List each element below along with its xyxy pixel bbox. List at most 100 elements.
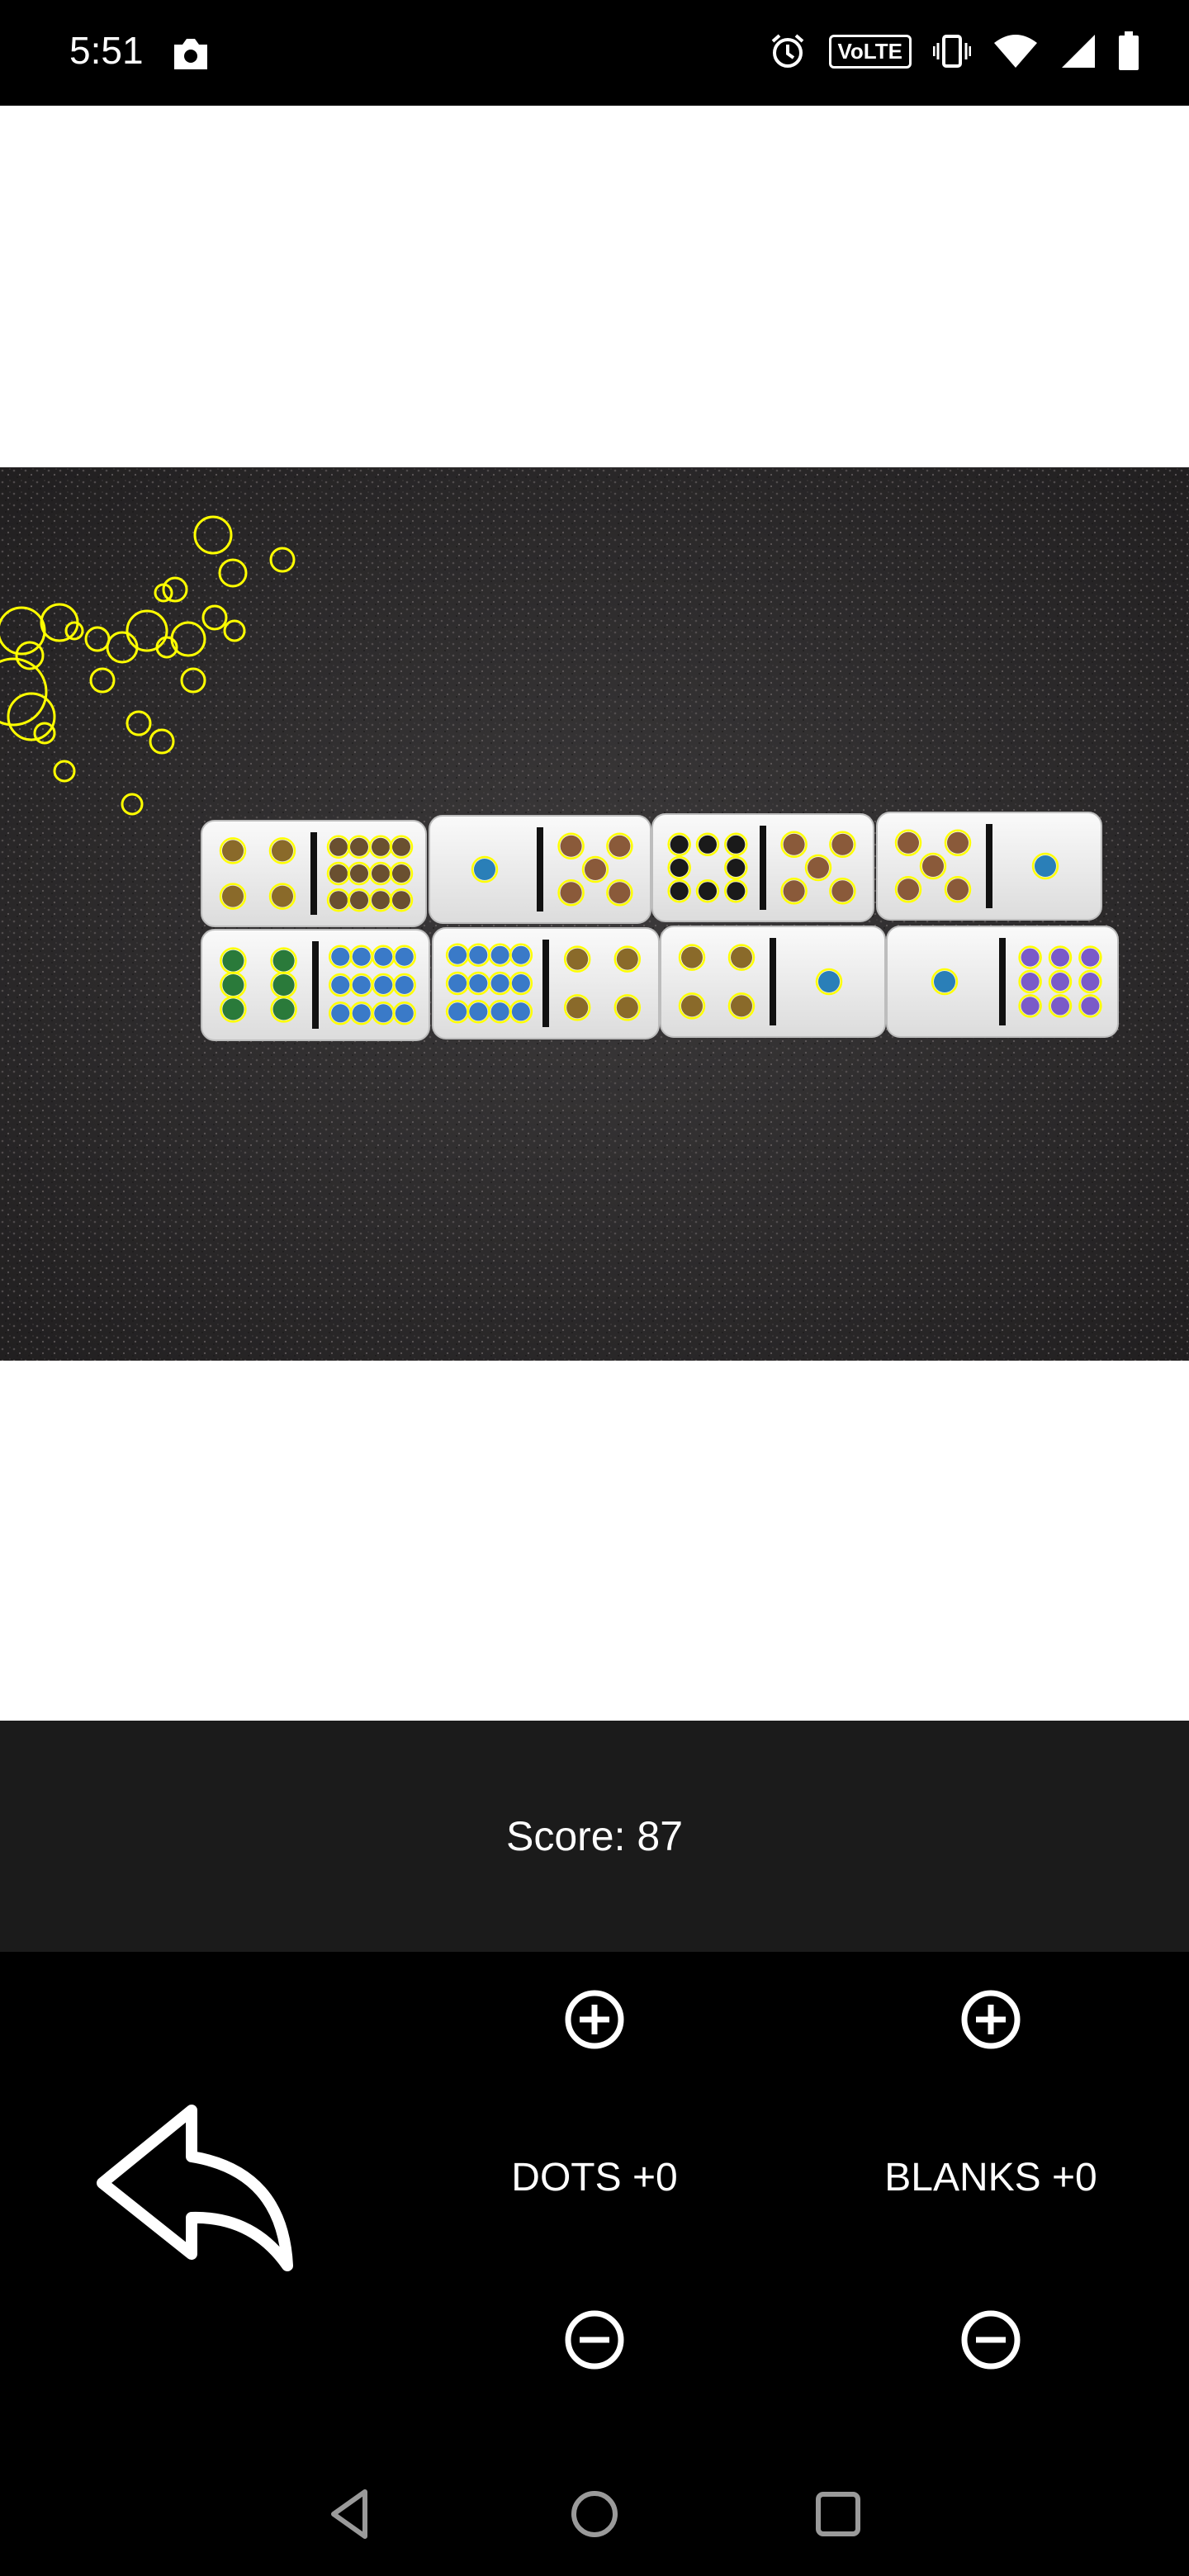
domino-pip <box>392 837 410 856</box>
domino-pip <box>350 864 368 883</box>
domino-pip <box>609 882 631 904</box>
domino-pip <box>1081 997 1100 1016</box>
domino-pip <box>699 882 717 901</box>
circle-home-icon[interactable] <box>566 2485 623 2543</box>
alarm-icon <box>771 34 803 68</box>
domino-pip <box>372 837 390 856</box>
cell-signal-icon <box>1062 35 1095 68</box>
domino-tile <box>201 929 430 1041</box>
domino-pip <box>469 1002 488 1021</box>
domino-pip <box>490 1002 509 1021</box>
domino-pip <box>727 882 746 901</box>
domino-pip <box>560 882 582 904</box>
domino-tile <box>886 926 1119 1038</box>
domino-pip <box>272 840 293 862</box>
status-bar: 5:51 VoLTE <box>0 0 1189 106</box>
domino-pip <box>1021 997 1040 1016</box>
domino-pip <box>329 864 348 883</box>
domino-pip <box>374 947 393 966</box>
domino-pip <box>783 833 805 855</box>
domino-pip <box>222 949 244 972</box>
domino-tile <box>432 927 660 1039</box>
domino-pip <box>395 1004 414 1023</box>
domino-pip <box>374 976 393 994</box>
domino-pip <box>831 833 854 855</box>
blanks-plus-button[interactable] <box>958 1986 1024 2053</box>
domino-pip <box>727 859 746 877</box>
domino-pip <box>818 971 840 992</box>
domino-pip <box>222 998 244 1020</box>
domino-pip <box>898 878 919 901</box>
domino-pip <box>372 891 390 910</box>
domino-pip <box>272 974 295 996</box>
triangle-back-icon[interactable] <box>322 2485 380 2543</box>
square-recents-icon[interactable] <box>809 2485 867 2543</box>
domino-tile <box>201 820 427 927</box>
domino-pip <box>681 946 703 968</box>
domino-pip <box>947 831 969 854</box>
domino-pip <box>898 831 919 854</box>
domino-pip <box>331 976 350 994</box>
domino-pip <box>783 880 805 902</box>
domino-pip <box>352 976 371 994</box>
score-panel: Score: 87 <box>0 1721 1189 1952</box>
domino-pip <box>352 1004 371 1023</box>
domino-pip <box>1051 997 1069 1016</box>
domino-photo <box>0 467 1189 1361</box>
domino-tile <box>660 926 886 1038</box>
domino-pip <box>566 997 589 1019</box>
domino-pip <box>392 864 410 883</box>
domino-tile <box>651 813 874 922</box>
domino-pip <box>222 840 244 862</box>
battery-icon <box>1119 31 1139 70</box>
domino-tile <box>876 812 1102 921</box>
dots-label: DOTS +0 <box>511 2156 678 2200</box>
domino-pip <box>490 974 509 992</box>
domino-pip <box>272 949 295 972</box>
blanks-minus-button[interactable] <box>958 2307 1024 2373</box>
domino-pip <box>350 891 368 910</box>
score-text: Score: 87 <box>505 1813 683 1859</box>
domino-pip <box>670 882 689 901</box>
domino-pip <box>1081 948 1100 967</box>
domino-pip <box>511 974 530 992</box>
domino-pip <box>1051 973 1069 991</box>
undo-arrow-icon[interactable] <box>96 2092 302 2299</box>
blanks-label: BLANKS +0 <box>884 2156 1097 2200</box>
domino-pip <box>350 837 368 856</box>
domino-pip <box>474 859 495 880</box>
dots-plus-button[interactable] <box>561 1986 628 2053</box>
domino-pip <box>566 948 589 970</box>
domino-pip <box>469 945 488 964</box>
domino-pip <box>222 885 244 907</box>
domino-pip <box>616 948 638 970</box>
domino-pip <box>1051 948 1069 967</box>
domino-pip <box>670 835 689 854</box>
domino-pip <box>490 945 509 964</box>
image-viewport <box>0 106 1189 1721</box>
domino-pip <box>1021 973 1040 991</box>
domino-pip <box>272 998 295 1020</box>
domino-pip <box>352 947 371 966</box>
domino-pip <box>469 974 488 992</box>
domino-pip <box>934 971 955 992</box>
domino-pip <box>616 997 638 1019</box>
domino-pip <box>448 945 467 964</box>
domino-pip <box>609 835 631 857</box>
domino-pip <box>222 974 244 996</box>
camera-notification-icon <box>174 39 207 69</box>
domino-pip <box>922 855 944 877</box>
controls-panel: DOTS +0 BLANKS +0 <box>0 1952 1189 2452</box>
domino-pip <box>511 945 530 964</box>
domino-pip <box>727 835 746 854</box>
vibrate-icon <box>933 35 971 68</box>
domino-pip <box>374 1004 393 1023</box>
domino-pip <box>1021 948 1040 967</box>
wifi-icon <box>994 35 1037 68</box>
domino-pip <box>448 974 467 992</box>
dots-minus-button[interactable] <box>561 2307 628 2373</box>
domino-pip <box>670 859 689 877</box>
domino-pip <box>395 947 414 966</box>
domino-pip <box>681 995 703 1017</box>
domino-pip <box>395 976 414 994</box>
